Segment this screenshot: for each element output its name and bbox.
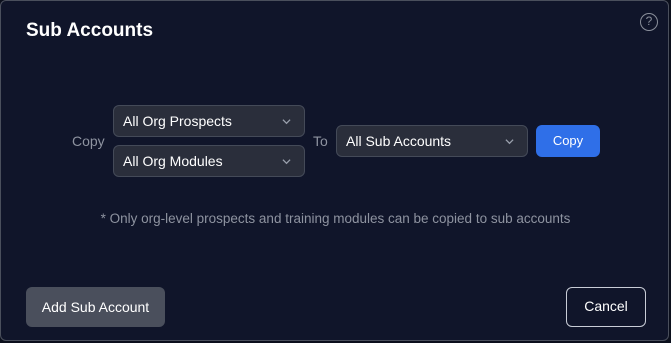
sub-accounts-select[interactable]: All Sub Accounts — [336, 125, 528, 157]
copy-label: Copy — [72, 133, 105, 149]
copy-note: * Only org-level prospects and training … — [100, 211, 571, 226]
prospects-select-value: All Org Prospects — [123, 113, 232, 129]
to-label: To — [313, 133, 328, 149]
chevron-down-icon — [282, 159, 291, 165]
sub-accounts-dialog: Sub Accounts ? Copy All Org Prospects Al… — [0, 0, 669, 341]
modules-select[interactable]: All Org Modules — [113, 145, 305, 177]
sub-accounts-select-value: All Sub Accounts — [346, 133, 452, 149]
chevron-down-icon — [505, 139, 514, 145]
add-sub-account-button[interactable]: Add Sub Account — [26, 287, 165, 327]
prospects-select[interactable]: All Org Prospects — [113, 105, 305, 137]
cancel-button[interactable]: Cancel — [566, 287, 646, 327]
chevron-down-icon — [282, 119, 291, 125]
modules-select-value: All Org Modules — [123, 153, 223, 169]
dialog-title: Sub Accounts — [26, 20, 154, 41]
help-icon[interactable]: ? — [640, 13, 658, 31]
copy-button[interactable]: Copy — [536, 125, 600, 157]
